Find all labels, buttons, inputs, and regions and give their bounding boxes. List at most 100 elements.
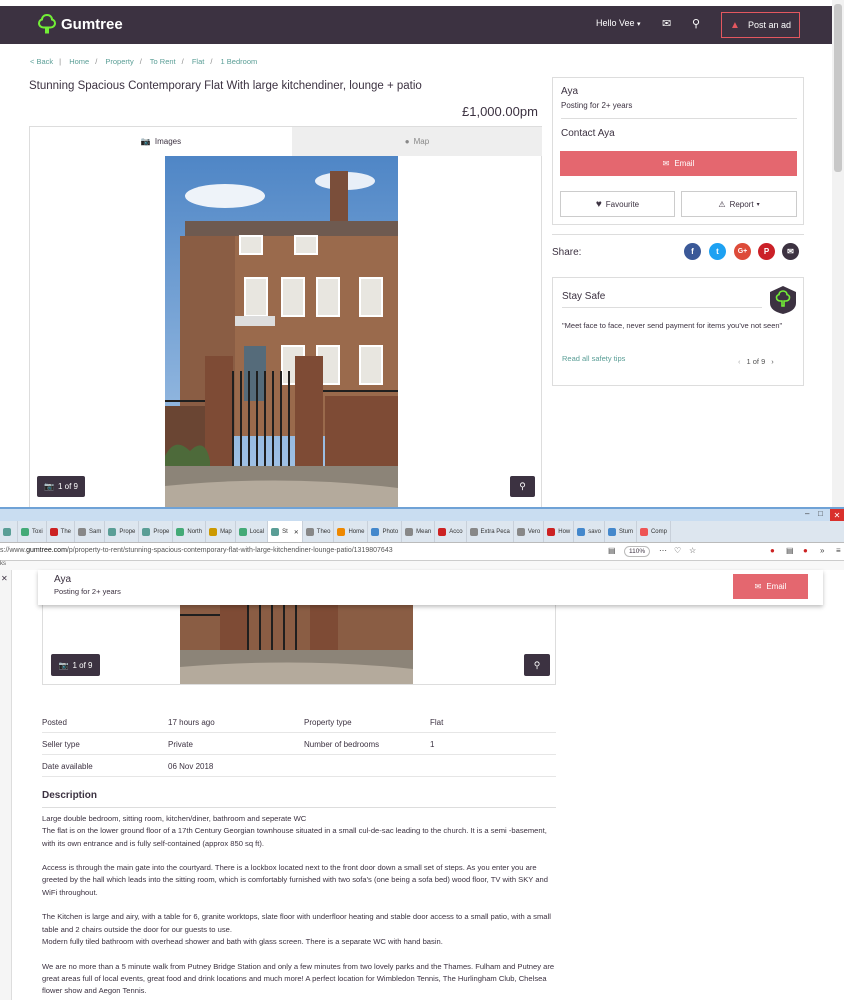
browser-tab[interactable]: North <box>173 521 207 542</box>
description-body: Large double bedroom, sitting room, kitc… <box>42 813 558 1000</box>
pocket-icon[interactable]: ♡ <box>674 546 681 555</box>
menu-icon[interactable]: ≡ <box>836 546 841 555</box>
browser-tab[interactable]: Prope <box>139 521 174 542</box>
browser-tab[interactable]: Sam <box>75 521 106 542</box>
table-row: Date available 06 Nov 2018 <box>42 755 556 777</box>
photo-counter-button[interactable]: 📷 1 of 9 <box>37 476 85 497</box>
photo-counter-button[interactable]: 📷 1 of 9 <box>51 654 100 676</box>
description-paragraph: Large double bedroom, sitting room, kitc… <box>42 814 547 848</box>
reader-view-icon[interactable]: ▤ <box>608 546 616 555</box>
browser-tab[interactable]: Local <box>236 521 269 542</box>
browser-tab[interactable]: Prope <box>105 521 140 542</box>
scrollbar-thumb[interactable] <box>834 4 842 172</box>
detail-label: Date available <box>42 762 93 771</box>
browser-tab-label: Stum <box>618 529 633 535</box>
camera-icon: 📷 <box>140 137 151 146</box>
browser-tab[interactable]: Comp <box>637 521 671 542</box>
breadcrumb-separator: / <box>95 57 98 66</box>
browser-tab[interactable]: How <box>544 521 575 542</box>
browser-tab[interactable]: Theo <box>303 521 335 542</box>
overflow-icon[interactable]: » <box>820 546 824 555</box>
tab-map[interactable]: ● Map <box>292 127 542 156</box>
browser-tab-label: Map <box>220 529 232 535</box>
browser-tab[interactable]: Photo <box>368 521 403 542</box>
tab-images[interactable]: 📷 Images <box>30 127 292 156</box>
page-actions-icon[interactable]: ⋯ <box>659 546 667 555</box>
browser-tab[interactable]: The <box>47 521 76 542</box>
browser-tab[interactable] <box>0 521 18 542</box>
favicon-icon <box>271 528 280 536</box>
browser-tab-label: Theo <box>316 529 331 535</box>
search-icon[interactable]: ⚲ <box>692 17 700 30</box>
browser-tab[interactable]: Mean <box>402 521 436 542</box>
safety-tips-link[interactable]: Read all safety tips <box>562 354 625 363</box>
seller-name[interactable]: Aya <box>561 86 578 97</box>
browser-tab-label: Comp <box>650 529 667 535</box>
post-ad-button[interactable]: ▲ Post an ad <box>721 12 800 38</box>
tree-badge-icon <box>770 286 796 314</box>
user-menu[interactable]: Hello Vee ▾ <box>596 18 641 28</box>
url-text[interactable]: s://www.gumtree.com/p/property-to-rent/s… <box>0 547 393 554</box>
window-titlebar: – □ ✕ <box>0 507 844 521</box>
browser-tab-label: Sam <box>89 529 102 535</box>
extension-icon[interactable]: ● <box>770 546 775 555</box>
listing-photo-bottom[interactable] <box>180 605 413 684</box>
next-icon[interactable]: › <box>771 357 774 366</box>
favicon-icon <box>337 528 346 536</box>
browser-tab-label: Home <box>348 529 365 535</box>
browser-tab-label: St <box>282 529 288 535</box>
breadcrumb-separator: | <box>59 57 62 66</box>
bookmark-star-icon[interactable]: ☆ <box>689 546 696 555</box>
browser-tab[interactable]: Map <box>206 521 236 542</box>
back-link[interactable]: < Back <box>30 57 53 66</box>
browser-tab[interactable]: Extra Peca <box>467 521 514 542</box>
breadcrumb-bedroom[interactable]: 1 Bedroom <box>221 57 258 66</box>
breadcrumb-separator: / <box>210 57 213 66</box>
browser-tab[interactable]: Acco <box>435 521 467 542</box>
breadcrumb-flat[interactable]: Flat <box>192 57 205 66</box>
detail-label: Property type <box>304 718 352 727</box>
email-button[interactable]: ✉ Email <box>560 151 797 176</box>
breadcrumb-property[interactable]: Property <box>105 57 133 66</box>
detail-value: 06 Nov 2018 <box>168 762 214 771</box>
close-tab-icon[interactable]: ✕ <box>294 529 299 536</box>
twitter-icon[interactable]: t <box>709 243 726 260</box>
messages-icon[interactable]: ✉ <box>662 17 671 30</box>
browser-tab[interactable]: St ✕ <box>268 521 303 542</box>
seller-name[interactable]: Aya <box>54 574 71 585</box>
gumtree-logo[interactable]: Gumtree <box>38 14 123 34</box>
browser-url-bar[interactable]: s://www.gumtree.com/p/property-to-rent/s… <box>0 543 844 561</box>
sidebar-icon[interactable]: ▤ <box>786 546 794 555</box>
browser-sidebar: ✕ <box>0 570 12 1000</box>
favourite-button[interactable]: ♥ Favourite <box>560 191 675 217</box>
zoom-icon[interactable]: ⚲ <box>510 476 535 497</box>
email-share-icon[interactable]: ✉ <box>782 243 799 260</box>
email-button[interactable]: ✉ Email <box>733 574 808 599</box>
breadcrumb-to-rent[interactable]: To Rent <box>150 57 176 66</box>
close-window-icon[interactable]: ✕ <box>830 509 844 521</box>
favicon-icon <box>49 528 58 536</box>
close-sidebar-icon[interactable]: ✕ <box>1 574 8 583</box>
favicon-icon <box>176 528 185 536</box>
browser-tab[interactable]: Toxi <box>18 521 47 542</box>
minimize-icon[interactable]: – <box>805 509 809 518</box>
listing-photo[interactable] <box>165 156 398 507</box>
google-plus-icon[interactable]: G+ <box>734 243 751 260</box>
favicon-icon <box>78 528 87 536</box>
page-scrollbar[interactable] <box>832 0 844 507</box>
browser-tab[interactable]: Home <box>334 521 369 542</box>
restore-icon[interactable]: □ <box>818 509 823 518</box>
breadcrumb-home[interactable]: Home <box>69 57 89 66</box>
zoom-level[interactable]: 110% <box>624 546 651 557</box>
prev-icon[interactable]: ‹ <box>738 357 741 366</box>
pinterest-icon[interactable]: P <box>758 243 775 260</box>
zoom-icon[interactable]: ⚲ <box>524 654 550 676</box>
report-button[interactable]: ⚠ Report ▾ <box>681 191 797 217</box>
divider <box>561 118 797 119</box>
facebook-icon[interactable]: f <box>684 243 701 260</box>
browser-tab[interactable]: savo <box>574 521 605 542</box>
favicon-icon <box>469 528 478 536</box>
browser-tab[interactable]: Stum <box>605 521 637 542</box>
extension-icon[interactable]: ● <box>803 546 808 555</box>
browser-tab[interactable]: Vero <box>514 521 545 542</box>
